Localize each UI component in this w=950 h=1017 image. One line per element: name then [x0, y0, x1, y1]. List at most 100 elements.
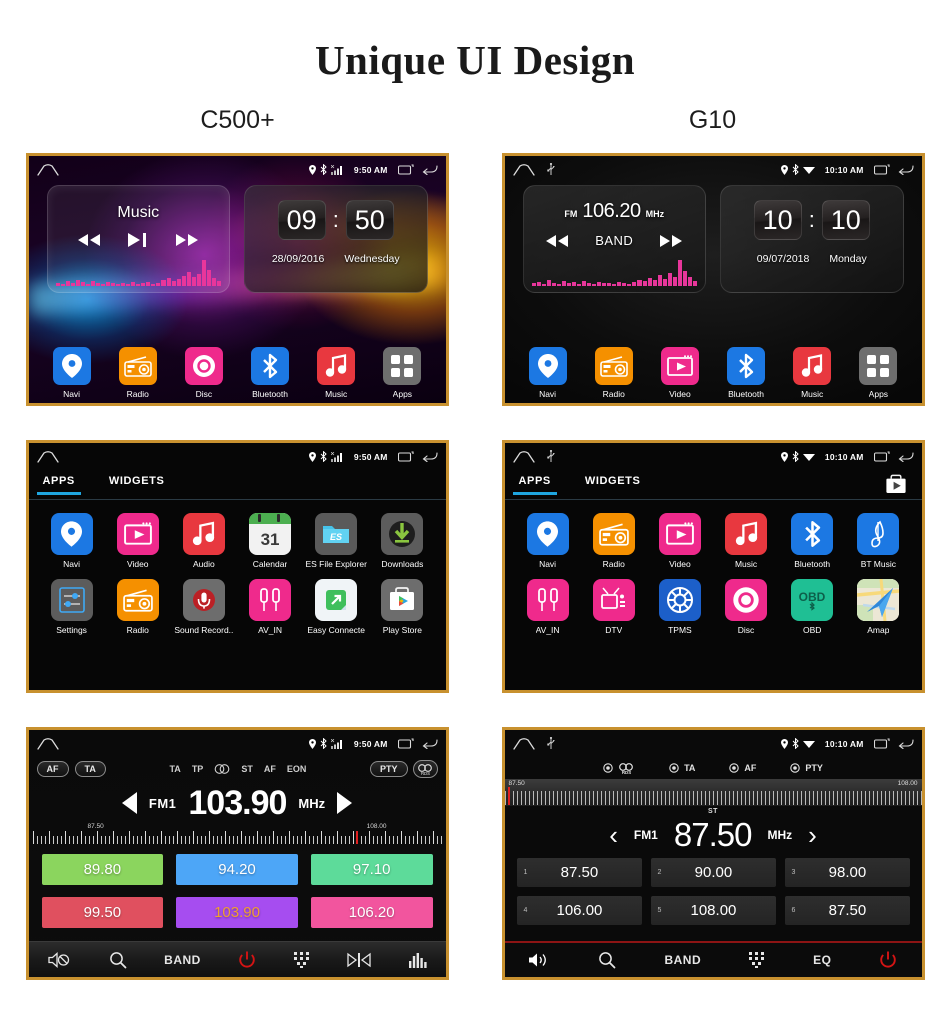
eq-label[interactable]: EQ — [813, 953, 831, 967]
app-item-calendar[interactable]: 31 Calendar — [237, 513, 303, 569]
c500-frequency-scale[interactable]: 87.50 108.00 — [32, 823, 442, 849]
prev-triangle-icon[interactable] — [121, 792, 137, 814]
dock-item-bluetooth[interactable]: Bluetooth — [717, 347, 775, 399]
back-icon[interactable] — [422, 738, 438, 749]
dock-item-navi[interactable]: Navi — [43, 347, 101, 399]
recents-icon[interactable] — [397, 164, 414, 175]
band-button[interactable]: BAND — [595, 233, 633, 248]
mute-icon[interactable] — [47, 951, 71, 969]
recents-icon[interactable] — [873, 451, 890, 462]
radio-widget[interactable]: FM 106.20 MHz BAND — [522, 185, 706, 293]
device-c500-apps[interactable]: 9:50 AM APPS WIDGETS Navi Video Audio 31… — [25, 440, 449, 693]
rds-toggle-pty[interactable]: PTY — [790, 763, 823, 773]
preset-button-5[interactable]: 103.90 — [176, 897, 298, 928]
power-icon[interactable] — [238, 951, 256, 969]
pty-button[interactable]: PTY — [369, 761, 408, 777]
dock-item-radio[interactable]: Radio — [585, 347, 643, 399]
recents-icon[interactable] — [873, 164, 890, 175]
keypad-icon[interactable] — [293, 951, 310, 968]
next-station-button[interactable] — [659, 234, 683, 248]
scan-icon[interactable] — [347, 952, 371, 968]
volume-icon[interactable] — [528, 951, 550, 969]
search-icon[interactable] — [109, 951, 127, 969]
app-item-navi[interactable]: Navi — [515, 513, 581, 569]
back-icon[interactable] — [898, 451, 914, 462]
preset-button-6[interactable]: 6 87.50 — [784, 896, 910, 925]
preset-button-4[interactable]: 99.50 — [41, 897, 164, 928]
rds-toggle-af[interactable]: AF — [729, 763, 756, 773]
next-triangle-icon[interactable] — [337, 792, 353, 814]
g10-frequency-scale[interactable]: 87.50 108.00 — [504, 779, 922, 806]
play-store-bag-icon[interactable] — [884, 473, 908, 497]
tab-apps[interactable]: APPS — [512, 475, 558, 495]
dock-item-music[interactable]: Music — [783, 347, 841, 399]
app-item-easy-connect[interactable]: Easy Connecte — [303, 579, 369, 635]
app-item-av-in[interactable]: AV_IN — [237, 579, 303, 635]
clock-widget[interactable]: 09 : 50 28/09/2016 Wednesday — [244, 185, 428, 293]
prev-station-button[interactable]: ‹ — [609, 822, 618, 848]
device-c500-radio[interactable]: 9:50 AM AF TA TA TP ST AF EON PTY RDS FM… — [25, 727, 449, 980]
search-icon[interactable] — [598, 951, 616, 969]
device-g10-radio[interactable]: 10:10 AM RDS TA AF PTY 87.50 108.00 ST ‹… — [501, 727, 925, 980]
app-item-es-file-explorer[interactable]: ES ES File Explorer — [303, 513, 369, 569]
tab-widgets[interactable]: WIDGETS — [109, 475, 165, 494]
rds-icon[interactable]: RDS — [412, 760, 438, 778]
app-item-audio[interactable]: Audio — [171, 513, 237, 569]
preset-button-3[interactable]: 97.10 — [310, 854, 433, 885]
app-item-disc[interactable]: Disc — [713, 579, 779, 635]
home-icon[interactable] — [36, 450, 59, 463]
home-icon[interactable] — [512, 450, 535, 463]
rds-toggle-rds[interactable]: RDS — [603, 762, 635, 775]
next-track-button[interactable] — [175, 233, 199, 247]
home-icon[interactable] — [36, 737, 59, 750]
recents-icon[interactable] — [397, 451, 414, 462]
clock-widget[interactable]: 10 : 10 09/07/2018 Monday — [720, 185, 904, 293]
preset-button-1[interactable]: 1 87.50 — [516, 858, 642, 887]
prev-track-button[interactable] — [77, 233, 101, 247]
dock-item-disc[interactable]: Disc — [175, 347, 233, 399]
back-icon[interactable] — [898, 164, 914, 175]
back-icon[interactable] — [422, 164, 438, 175]
home-icon[interactable] — [512, 163, 535, 176]
app-item-amap[interactable]: Amap — [845, 579, 911, 635]
home-icon[interactable] — [36, 163, 59, 176]
preset-button-4[interactable]: 4 106.00 — [516, 896, 642, 925]
recents-icon[interactable] — [873, 738, 890, 749]
app-item-radio[interactable]: Radio — [105, 579, 171, 635]
app-item-play-store[interactable]: Play Store — [369, 579, 435, 635]
app-item-video[interactable]: Video — [647, 513, 713, 569]
back-icon[interactable] — [422, 451, 438, 462]
next-station-button[interactable]: › — [808, 822, 817, 848]
preset-button-3[interactable]: 3 98.00 — [784, 858, 910, 887]
recents-icon[interactable] — [397, 738, 414, 749]
dock-item-music[interactable]: Music — [307, 347, 365, 399]
tab-apps[interactable]: APPS — [36, 475, 82, 495]
app-item-downloads[interactable]: Downloads — [369, 513, 435, 569]
app-item-navi[interactable]: Navi — [39, 513, 105, 569]
music-widget[interactable]: Music — [46, 185, 230, 293]
dock-item-apps[interactable]: Apps — [373, 347, 431, 399]
home-icon[interactable] — [512, 737, 535, 750]
app-item-settings[interactable]: Settings — [39, 579, 105, 635]
device-g10-home[interactable]: 10:10 AM FM 106.20 MHz BAND 10: 10 09/0… — [501, 153, 925, 406]
play-pause-button[interactable] — [127, 232, 149, 248]
band-label[interactable]: BAND — [164, 953, 201, 967]
rds-toggle-ta[interactable]: TA — [669, 763, 695, 773]
tab-widgets[interactable]: WIDGETS — [585, 475, 641, 494]
equalizer-icon[interactable] — [408, 952, 427, 968]
device-c500-home[interactable]: 9:50 AM Music 09: 50 28/09/2016 Wednesd… — [25, 153, 449, 406]
preset-button-1[interactable]: 89.80 — [41, 854, 164, 885]
app-item-obd[interactable]: OBD OBD — [779, 579, 845, 635]
dock-item-bluetooth[interactable]: Bluetooth — [241, 347, 299, 399]
back-icon[interactable] — [898, 738, 914, 749]
app-item-bt-music[interactable]: BT Music — [845, 513, 911, 569]
dock-item-apps[interactable]: Apps — [849, 347, 907, 399]
keypad-icon[interactable] — [749, 952, 765, 968]
dock-item-navi[interactable]: Navi — [519, 347, 577, 399]
app-item-bluetooth[interactable]: Bluetooth — [779, 513, 845, 569]
prev-station-button[interactable] — [545, 234, 569, 248]
ta-button[interactable]: TA — [74, 761, 106, 777]
band-label[interactable]: BAND — [664, 953, 701, 967]
power-icon[interactable] — [879, 951, 897, 969]
app-item-av-in[interactable]: AV_IN — [515, 579, 581, 635]
